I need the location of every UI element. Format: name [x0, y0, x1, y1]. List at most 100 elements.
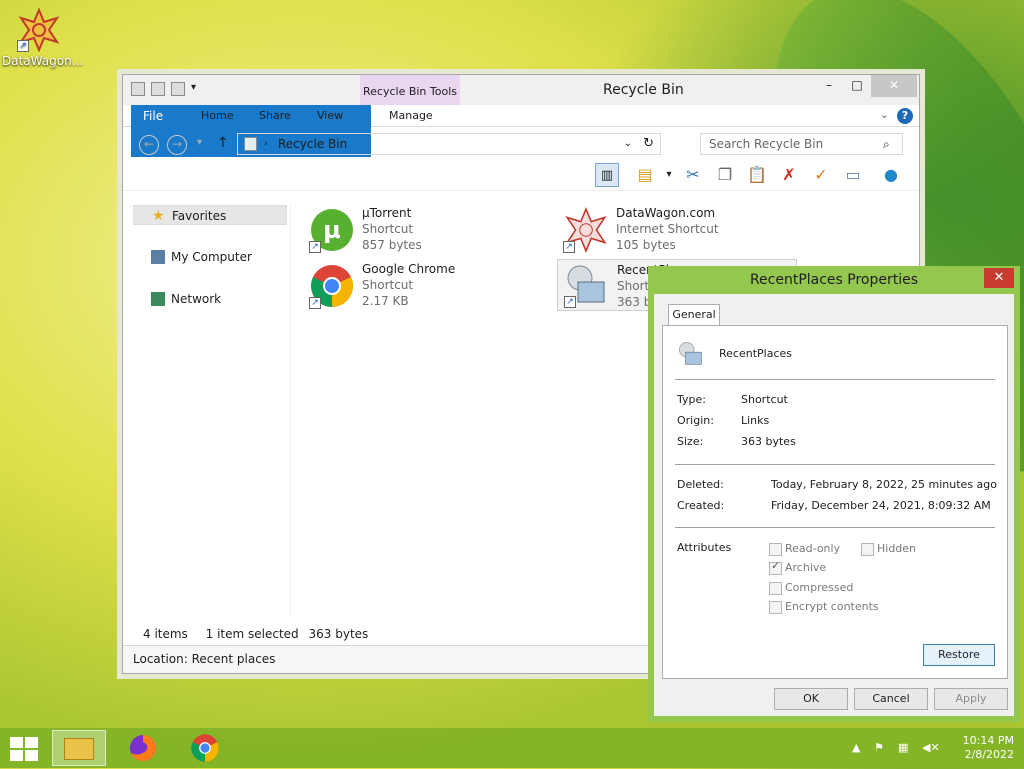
nav-item-network[interactable]: Network: [133, 289, 287, 309]
nav-item-my-computer[interactable]: My Computer: [133, 247, 287, 267]
navigation-pane: ★ Favorites My Computer Network: [131, 205, 291, 615]
forward-button[interactable]: →: [167, 135, 187, 155]
taskbar-firefox-button[interactable]: [116, 730, 170, 766]
file-type: Shortcut: [362, 222, 414, 236]
maximize-button[interactable]: □: [843, 75, 871, 97]
restore-button[interactable]: Restore: [923, 644, 995, 666]
divider: [675, 527, 995, 528]
nav-item-favorites[interactable]: ★ Favorites: [133, 205, 287, 225]
clock[interactable]: 10:14 PM 2/8/2022: [963, 734, 1014, 762]
ribbon-expand-icon[interactable]: ⌄: [880, 108, 889, 121]
copy-icon[interactable]: ❐: [713, 163, 737, 187]
dialog-title: RecentPlaces Properties: [749, 272, 919, 288]
volume-muted-icon[interactable]: ◀✕: [922, 741, 940, 754]
file-name: Google Chrome: [362, 262, 456, 276]
svg-text:µ: µ: [323, 216, 341, 244]
chrome-icon: [191, 734, 219, 762]
rename-icon[interactable]: ▭: [841, 163, 865, 187]
dialog-close-button[interactable]: ✕: [984, 268, 1014, 288]
list-item[interactable]: ↗ Google Chrome Shortcut 2.17 KB: [303, 261, 543, 313]
clock-time: 10:14 PM: [962, 734, 1014, 747]
minimize-button[interactable]: –: [815, 75, 843, 97]
cancel-button[interactable]: Cancel: [854, 688, 928, 710]
file-size: 105 bytes: [616, 238, 676, 252]
datawagon-icon: ↗: [17, 7, 61, 53]
cut-icon[interactable]: ✂: [681, 163, 705, 187]
delete-icon[interactable]: ✗: [777, 163, 801, 187]
nav-label: Network: [171, 292, 222, 306]
check-icon[interactable]: ✓: [809, 163, 833, 187]
tab-general[interactable]: General: [668, 304, 720, 326]
folder-options-icon[interactable]: ▤: [633, 163, 657, 187]
list-item[interactable]: µ ↗ µTorrent Shortcut 857 bytes: [303, 205, 543, 257]
options-dropdown-icon[interactable]: ▾: [657, 163, 681, 187]
recycle-bin-icon: [244, 137, 257, 151]
compressed-checkbox[interactable]: Compressed: [769, 581, 853, 595]
divider: [675, 464, 995, 465]
origin-value: Links: [741, 414, 770, 427]
apply-button[interactable]: Apply: [934, 688, 1008, 710]
up-button[interactable]: ↑: [217, 135, 229, 151]
file-size: 857 bytes: [362, 238, 422, 252]
breadcrumb[interactable]: Recycle Bin: [278, 137, 347, 151]
breadcrumb-chevron-icon[interactable]: ›: [264, 134, 268, 154]
hidden-checkbox[interactable]: Hidden: [861, 542, 916, 556]
desktop-icon-datawagon[interactable]: ↗ DataWagon...: [2, 7, 83, 68]
clock-date: 2/8/2022: [964, 748, 1014, 761]
customize-dropdown-icon[interactable]: ▾: [191, 82, 205, 96]
ok-button[interactable]: OK: [774, 688, 848, 710]
properties-dialog[interactable]: RecentPlaces Properties ✕ General Recent…: [648, 266, 1020, 722]
network-tray-icon[interactable]: ▦: [898, 741, 908, 754]
tab-view[interactable]: View: [305, 105, 355, 127]
encrypt-checkbox[interactable]: Encrypt contents: [769, 600, 879, 614]
computer-icon: [151, 250, 165, 264]
created-value: Friday, December 24, 2021, 8:09:32 AM: [771, 499, 991, 512]
nav-label: My Computer: [171, 250, 252, 264]
paste-icon[interactable]: 📋: [745, 163, 769, 187]
origin-label: Origin:: [677, 414, 714, 427]
taskbar-chrome-button[interactable]: [178, 730, 232, 766]
recent-dropdown-icon[interactable]: ▾: [197, 137, 202, 148]
type-value: Shortcut: [741, 393, 788, 406]
tab-share[interactable]: Share: [247, 105, 303, 127]
address-bar[interactable]: › Recycle Bin ⌄ ↻: [237, 133, 661, 155]
action-center-icon[interactable]: ⚑: [874, 741, 884, 754]
help-icon[interactable]: ?: [897, 108, 913, 124]
address-dropdown-icon[interactable]: ⌄: [624, 134, 632, 154]
file-name: DataWagon.com: [616, 206, 716, 220]
back-button[interactable]: ←: [139, 135, 159, 155]
general-panel: RecentPlaces Type: Shortcut Origin: Link…: [662, 325, 1008, 679]
shortcut-arrow-icon: ↗: [564, 296, 576, 308]
attributes-label: Attributes: [677, 541, 732, 554]
divider: [675, 379, 995, 380]
close-button[interactable]: ✕: [871, 75, 917, 97]
tab-manage[interactable]: Manage: [377, 105, 445, 127]
recent-places-icon: ↗: [564, 262, 610, 308]
taskbar-explorer-button[interactable]: [52, 730, 106, 766]
refresh-icon[interactable]: ↻: [643, 134, 654, 154]
show-hidden-icons-icon[interactable]: ▲: [852, 741, 860, 754]
recycle-bin-icon: [131, 82, 145, 96]
shortcut-arrow-icon: ↗: [563, 241, 575, 253]
file-type: Internet Shortcut: [616, 222, 719, 236]
tab-home[interactable]: Home: [189, 105, 245, 127]
readonly-checkbox[interactable]: Read-only: [769, 542, 840, 556]
list-item[interactable]: ↗ DataWagon.com Internet Shortcut 105 by…: [557, 205, 797, 257]
shortcut-arrow-icon: ↗: [309, 297, 321, 309]
star-icon: ★: [152, 208, 165, 224]
start-button[interactable]: [10, 737, 38, 761]
preview-pane-icon[interactable]: ▥: [595, 163, 619, 187]
size-value: 363 bytes: [741, 435, 796, 448]
archive-checkbox[interactable]: Archive: [769, 559, 826, 575]
explorer-titlebar[interactable]: ▾ Recycle Bin Tools Recycle Bin – □ ✕: [123, 75, 919, 105]
globe-icon[interactable]: ●: [879, 163, 903, 187]
shortcut-arrow-icon: ↗: [17, 40, 29, 52]
icon-toolbar: ▥ ▤ ▾ ✂ ❐ 📋 ✗ ✓ ▭ ●: [123, 161, 919, 191]
new-folder-icon[interactable]: [171, 82, 185, 96]
dialog-titlebar[interactable]: RecentPlaces Properties ✕: [648, 266, 1020, 294]
nav-label: Favorites: [172, 209, 227, 223]
properties-icon[interactable]: [151, 82, 165, 96]
search-input[interactable]: Search Recycle Bin: [700, 133, 903, 155]
window-title: Recycle Bin: [603, 82, 684, 98]
search-icon[interactable]: ⌕: [883, 137, 890, 152]
